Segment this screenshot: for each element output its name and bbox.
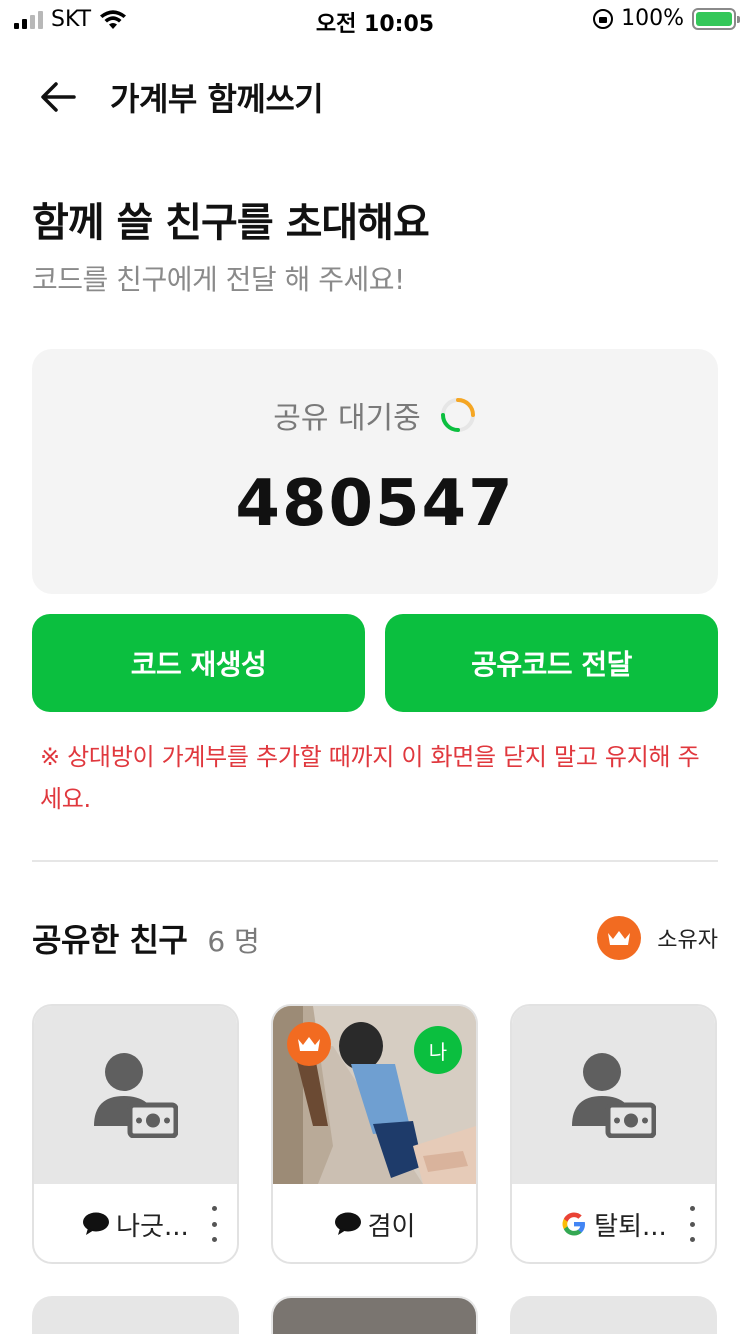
friend-name: 나긋...	[116, 1211, 189, 1242]
owner-legend: 소유자	[597, 916, 718, 960]
friend-card-peek[interactable]	[32, 1296, 239, 1334]
friend-photo: 나	[273, 1006, 476, 1184]
me-badge: 나	[414, 1026, 462, 1074]
friend-card[interactable]: 나 겸이	[271, 1004, 478, 1264]
friend-card-peek[interactable]	[271, 1296, 478, 1334]
friend-card-peek[interactable]	[510, 1296, 717, 1334]
battery-percent: 100%	[621, 6, 684, 31]
owner-legend-label: 소유자	[657, 928, 718, 953]
back-button[interactable]	[28, 67, 88, 127]
default-avatar	[34, 1006, 237, 1184]
orientation-lock-icon	[593, 8, 614, 29]
person-money-icon	[93, 1053, 178, 1138]
share-status: 공유 대기중	[32, 393, 718, 437]
friend-name: 겸이	[367, 1211, 416, 1242]
friends-title: 공유한 친구	[32, 921, 188, 959]
regenerate-code-button[interactable]: 코드 재생성	[32, 614, 365, 712]
person-money-icon	[571, 1053, 656, 1138]
section-divider	[32, 860, 718, 862]
friends-header: 공유한 친구 6 명	[32, 915, 260, 961]
share-code-card: 공유 대기중 480547	[32, 349, 718, 594]
more-options-icon[interactable]	[209, 1206, 219, 1242]
invite-subline: 코드를 친구에게 전달 해 주세요!	[32, 263, 405, 296]
friends-count: 6 명	[207, 925, 260, 958]
invite-headline: 함께 쓸 친구를 초대해요	[32, 200, 430, 246]
friend-name: 탈퇴...	[594, 1211, 667, 1242]
kakao-talk-icon	[334, 1212, 361, 1235]
share-status-label: 공유 대기중	[273, 401, 421, 436]
friend-card[interactable]: 나긋...	[32, 1004, 239, 1264]
kakao-talk-icon	[83, 1212, 110, 1235]
share-code: 480547	[235, 467, 515, 541]
google-icon	[562, 1212, 586, 1236]
default-avatar	[512, 1006, 715, 1184]
warning-notice: ※ 상대방이 가계부를 추가할 때까지 이 화면을 닫지 말고 유지해 주세요.	[40, 743, 700, 813]
loading-spinner-icon	[440, 398, 475, 432]
friend-card[interactable]: 탈퇴...	[510, 1004, 717, 1264]
more-options-icon[interactable]	[687, 1206, 697, 1242]
crown-icon	[597, 916, 642, 960]
send-code-button[interactable]: 공유코드 전달	[385, 614, 718, 712]
page-title: 가계부 함께쓰기	[110, 80, 324, 118]
nav-header: 가계부 함께쓰기	[0, 60, 750, 134]
status-bar: SKT 오전 10:05 100%	[0, 0, 750, 42]
owner-crown-icon	[287, 1022, 331, 1066]
battery-icon	[692, 7, 740, 30]
arrow-left-icon	[41, 82, 76, 112]
